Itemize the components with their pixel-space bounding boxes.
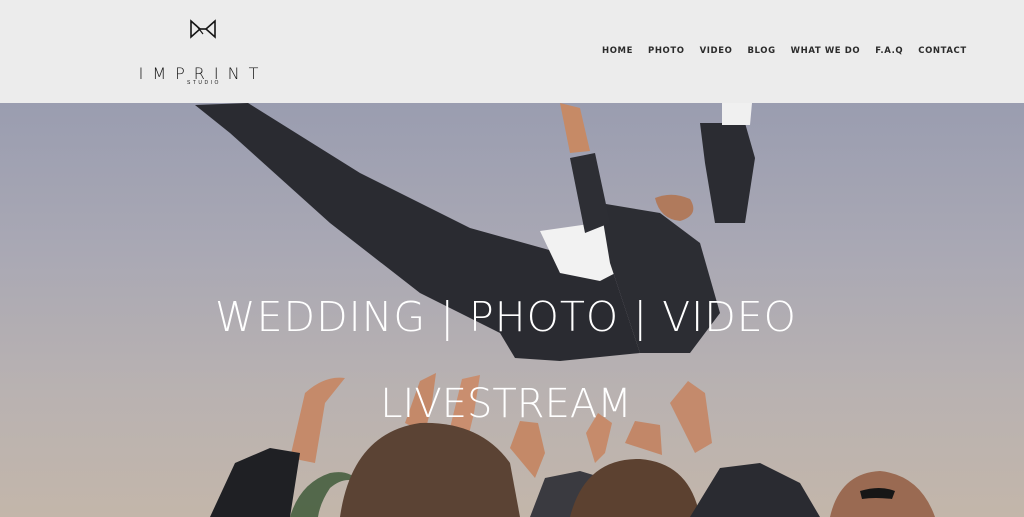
main-nav: HOME PHOTO VIDEO BLOG WHAT WE DO F.A.Q C… (602, 42, 967, 60)
nav-item-what-we-do[interactable]: WHAT WE DO (791, 46, 861, 56)
brand-logo[interactable]: IMPRINT STUDIO (128, 14, 278, 90)
nav-item-video[interactable]: VIDEO (700, 46, 733, 56)
nav-item-contact[interactable]: CONTACT (918, 46, 967, 56)
hero-banner: WEDDING | PHOTO | VIDEO LIVESTREAM (0, 103, 1024, 517)
nav-item-blog[interactable]: BLOG (747, 46, 775, 56)
hero-headline: WEDDING | PHOTO | VIDEO (215, 293, 797, 341)
site-header: IMPRINT STUDIO HOME PHOTO VIDEO BLOG WHA… (0, 0, 1024, 103)
nav-item-photo[interactable]: PHOTO (648, 46, 685, 56)
nav-item-home[interactable]: HOME (602, 46, 633, 56)
hero-subheadline: LIVESTREAM (380, 381, 632, 427)
brand-tagline: STUDIO (187, 80, 221, 86)
nav-item-faq[interactable]: F.A.Q (875, 46, 903, 56)
bowtie-logo-icon (190, 19, 216, 39)
